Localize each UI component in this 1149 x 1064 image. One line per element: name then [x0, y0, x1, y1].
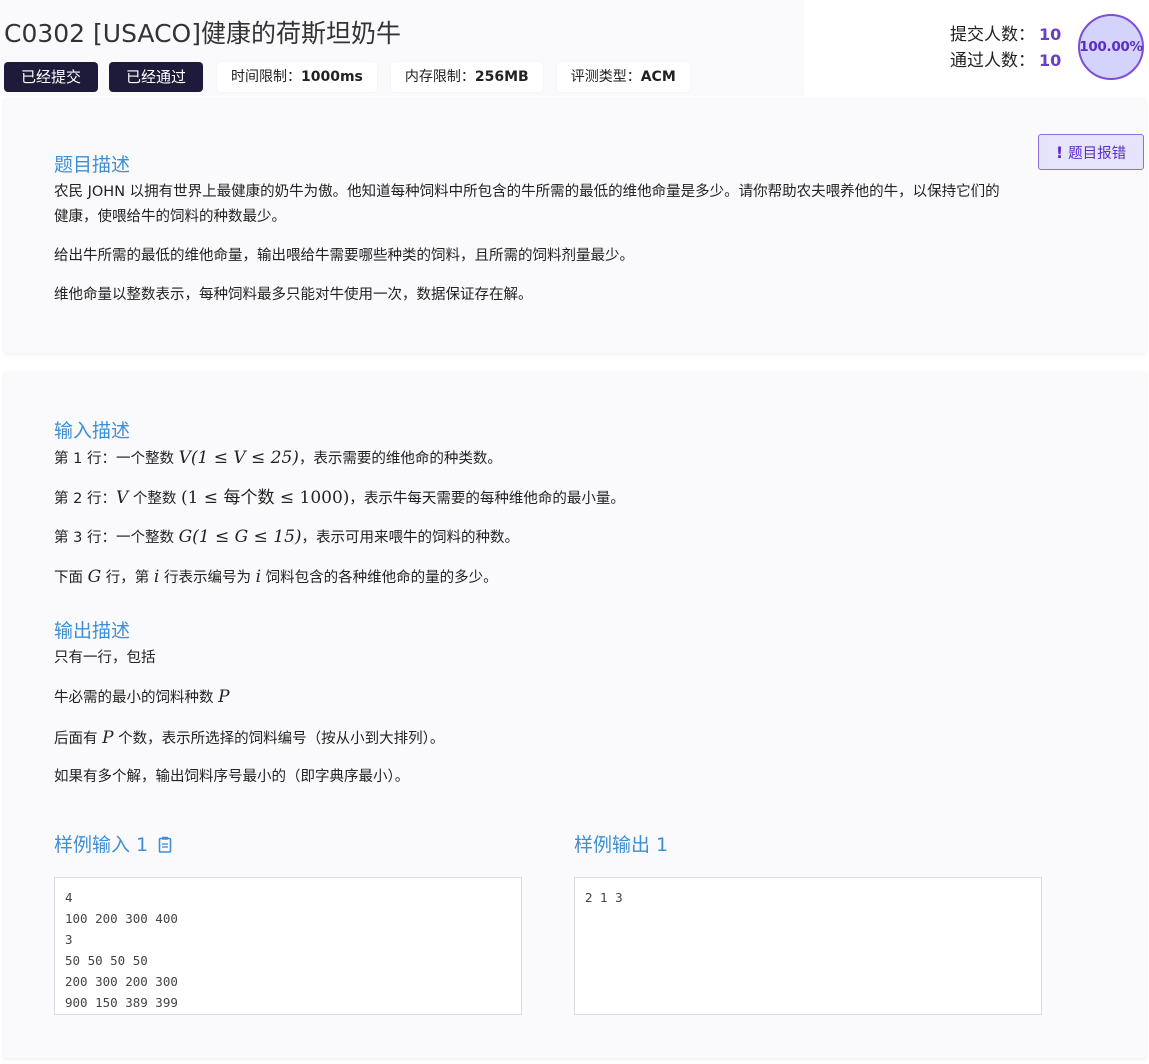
input-line-4-var-g: G [87, 567, 102, 587]
description-line-1: 农民 JOHN 以拥有世界上最健康的奶牛为傲。他知道每种饲料中所包含的牛所需的最… [54, 184, 1000, 200]
submitted-badge: 已经提交 [4, 62, 98, 92]
report-error-button[interactable]: ! 题目报错 [1038, 134, 1144, 170]
description-line-2: 健康，使喂给牛的饲料的种数最少。 [54, 209, 286, 225]
sample-output-title: 样例输出 1 [574, 834, 669, 856]
input-line-4-mid1: 行，第 [101, 570, 154, 586]
output-line-4: 如果有多个解，输出饲料序号最小的（即字典序最小）。 [54, 769, 410, 785]
pass-count-label: 通过人数： [950, 51, 1035, 71]
sample-input-title: 样例输入 1 [54, 830, 172, 857]
report-error-label: 题目报错 [1068, 145, 1127, 162]
input-line-1: 第 1 行：一个整数 V(1 ≤ V ≤ 25)，表示需要的维他命的种类数。 [54, 446, 502, 472]
input-line-3: 第 3 行：一个整数 G(1 ≤ G ≤ 15)，表示可用来喂牛的饲料的种数。 [54, 525, 519, 551]
input-line-1-math: V(1 ≤ V ≤ 25) [178, 448, 299, 468]
input-line-4-pre: 下面 [54, 570, 88, 586]
input-line-4: 下面 G 行，第 i 行表示编号为 i 饲料包含的各种维他命的量的多少。 [54, 565, 498, 591]
input-line-1-post: ，表示需要的维他命的种类数。 [298, 451, 502, 467]
input-line-2: 第 2 行：V 个整数 (1 ≤ 每个数 ≤ 1000)，表示牛每天需要的每种维… [54, 486, 625, 512]
output-line-2: 牛必需的最小的饲料种数 P [54, 685, 230, 711]
time-limit-label: 时间限制： [231, 69, 301, 85]
submission-stats: 提交人数： 10 通过人数： 10 [950, 22, 1061, 74]
judge-type-tag: 评测类型：ACM [556, 62, 690, 92]
input-line-3-post: ，表示可用来喂牛的饲料的种数。 [301, 530, 520, 546]
input-line-2-post: ，表示牛每天需要的每种维他命的最小量。 [349, 491, 625, 507]
description-line-3: 给出牛所需的最低的维他命量，输出喂给牛需要哪些种类的饲料，且所需的饲料剂量最少。 [54, 248, 634, 264]
input-line-4-mid2: 行表示编号为 [159, 570, 256, 586]
input-line-2-mid: 个整数 [128, 491, 181, 507]
memory-limit-value: 256MB [474, 69, 529, 85]
description-line-4: 维他命量以整数表示，每种饲料最多只能对牛使用一次，数据保证存在解。 [54, 287, 533, 303]
output-line-2-pre: 牛必需的最小的饲料种数 [54, 690, 219, 706]
input-line-2-math: (1 ≤ 每个数 ≤ 1000) [180, 488, 350, 508]
output-line-2-var: P [218, 687, 230, 707]
judge-type-value: ACM [640, 69, 676, 85]
pass-rate-circle: 100.00% [1078, 14, 1144, 80]
submit-count-label: 提交人数： [950, 25, 1035, 45]
input-line-3-math: G(1 ≤ G ≤ 15) [178, 527, 302, 547]
exclamation-icon: ! [1055, 142, 1064, 162]
problem-title: C0302 [USACO]健康的荷斯坦奶牛 [4, 19, 401, 48]
input-line-2-pre: 第 2 行： [54, 491, 116, 507]
problem-tags: 已经提交 已经通过 时间限制：1000ms 内存限制：256MB 评测类型：AC… [4, 62, 704, 92]
description-heading: 题目描述 [54, 154, 131, 176]
input-line-2-var: V [115, 488, 129, 508]
input-heading: 输入描述 [54, 420, 131, 442]
input-line-1-pre: 第 1 行：一个整数 [54, 451, 179, 467]
clipboard-icon[interactable] [158, 836, 172, 853]
time-limit-tag: 时间限制：1000ms [217, 62, 377, 92]
time-limit-value: 1000ms [301, 69, 363, 85]
passed-badge: 已经通过 [109, 62, 203, 92]
input-line-4-post: 饲料包含的各种维他命的量的多少。 [261, 570, 498, 586]
output-line-3-var: P [102, 728, 114, 748]
output-line-1: 只有一行，包括 [54, 650, 156, 666]
output-line-3-post: 个数，表示所选择的饲料编号（按从小到大排列）。 [113, 731, 445, 747]
sample-input-box[interactable]: 4 100 200 300 400 3 50 50 50 50 200 300 … [54, 877, 522, 1015]
output-line-3-pre: 后面有 [54, 731, 103, 747]
memory-limit-label: 内存限制： [404, 69, 475, 85]
submit-count: 10 [1039, 25, 1062, 44]
sample-output-box[interactable]: 2 1 3 [574, 877, 1042, 1015]
memory-limit-tag: 内存限制：256MB [390, 62, 543, 92]
input-line-3-pre: 第 3 行：一个整数 [54, 530, 179, 546]
pass-count-row: 通过人数： 10 [950, 48, 1061, 74]
submit-count-row: 提交人数： 10 [950, 22, 1061, 48]
pass-count: 10 [1039, 51, 1062, 70]
sample-input-title-text: 样例输入 1 [54, 834, 149, 856]
output-line-3: 后面有 P 个数，表示所选择的饲料编号（按从小到大排列）。 [54, 726, 444, 752]
output-heading: 输出描述 [54, 620, 131, 642]
judge-type-label: 评测类型： [570, 69, 641, 85]
